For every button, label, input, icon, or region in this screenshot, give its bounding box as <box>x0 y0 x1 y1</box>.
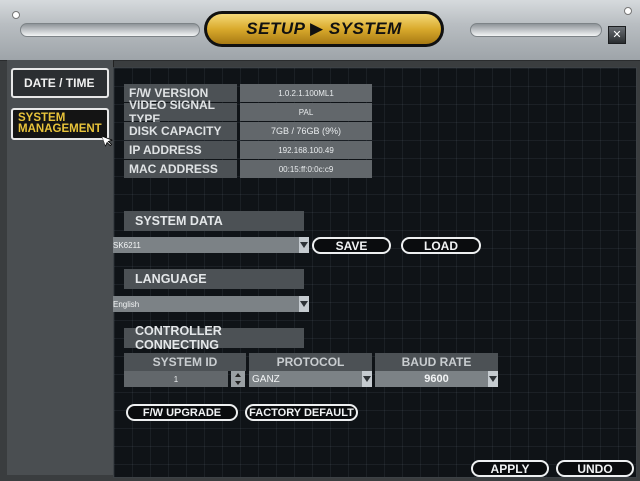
system-data-dropdown[interactable]: SK6211 <box>113 237 309 253</box>
protocol-dropdown[interactable]: GANZ <box>249 371 372 387</box>
controller-heading: CONTROLLER CONNECTING <box>124 324 304 352</box>
title-badge: SETUP ▶ SYSTEM <box>204 11 444 47</box>
chevron-down-icon[interactable] <box>299 296 309 312</box>
info-label-ip-address: IP ADDRESS <box>124 141 237 159</box>
title-decor-right <box>470 23 602 37</box>
info-value-video-signal: PAL <box>240 103 372 121</box>
apply-button[interactable]: APPLY <box>471 460 549 477</box>
save-button[interactable]: SAVE <box>312 237 391 254</box>
stepper-up-icon[interactable] <box>235 373 241 377</box>
corner-screw-right-icon <box>624 7 632 15</box>
sidebar-item-label-line2: MANAGEMENT <box>18 123 102 135</box>
baud-rate-dropdown[interactable]: 9600 <box>375 371 498 387</box>
undo-button[interactable]: UNDO <box>556 460 634 477</box>
title-decor-left <box>20 23 200 37</box>
fw-upgrade-button[interactable]: F/W UPGRADE <box>126 404 238 421</box>
sidebar: DATE / TIME SYSTEM MANAGEMENT <box>7 60 114 475</box>
info-label-disk-capacity: DISK CAPACITY <box>124 122 237 140</box>
language-heading: LANGUAGE <box>124 269 304 289</box>
col-header-system-id: SYSTEM ID <box>124 353 246 371</box>
baud-rate-selected: 9600 <box>424 373 449 385</box>
chevron-down-icon[interactable] <box>299 237 309 253</box>
close-icon: ✕ <box>612 29 622 41</box>
sidebar-item-system-management[interactable]: SYSTEM MANAGEMENT <box>11 108 109 140</box>
corner-screw-left-icon <box>12 11 20 19</box>
sidebar-item-date-time[interactable]: DATE / TIME <box>11 68 109 98</box>
info-label-video-signal: VIDEO SIGNAL TYPE <box>124 98 237 126</box>
load-button[interactable]: LOAD <box>401 237 481 254</box>
system-id-field[interactable]: 1 <box>124 371 228 387</box>
info-value-mac-address: 00:15:ff:0:0c:c9 <box>240 160 372 178</box>
language-selected: English <box>113 299 140 309</box>
info-value-fw-version: 1.0.2.1.100ML1 <box>240 84 372 102</box>
system-id-stepper[interactable] <box>231 371 245 387</box>
col-header-baud-rate: BAUD RATE <box>375 353 498 371</box>
info-value-ip-address: 192.168.100.49 <box>240 141 372 159</box>
stepper-down-icon[interactable] <box>235 381 241 385</box>
system-data-heading: SYSTEM DATA <box>124 211 304 231</box>
close-button[interactable]: ✕ <box>608 26 626 44</box>
chevron-down-icon[interactable] <box>362 371 372 387</box>
system-data-selected: SK6211 <box>113 240 141 250</box>
protocol-selected: GANZ <box>252 373 280 385</box>
page-title: SETUP ▶ SYSTEM <box>207 14 441 44</box>
col-header-protocol: PROTOCOL <box>249 353 372 371</box>
sidebar-item-label: DATE / TIME <box>24 76 95 90</box>
info-label-mac-address: MAC ADDRESS <box>124 160 237 178</box>
language-dropdown[interactable]: English <box>113 296 309 312</box>
title-bar: SETUP ▶ SYSTEM ✕ <box>0 0 640 61</box>
factory-default-button[interactable]: FACTORY DEFAULT <box>245 404 358 421</box>
main-panel: F/W VERSION 1.0.2.1.100ML1 VIDEO SIGNAL … <box>113 67 637 478</box>
info-value-disk-capacity: 7GB / 76GB (9%) <box>240 122 372 140</box>
chevron-down-icon[interactable] <box>488 371 498 387</box>
